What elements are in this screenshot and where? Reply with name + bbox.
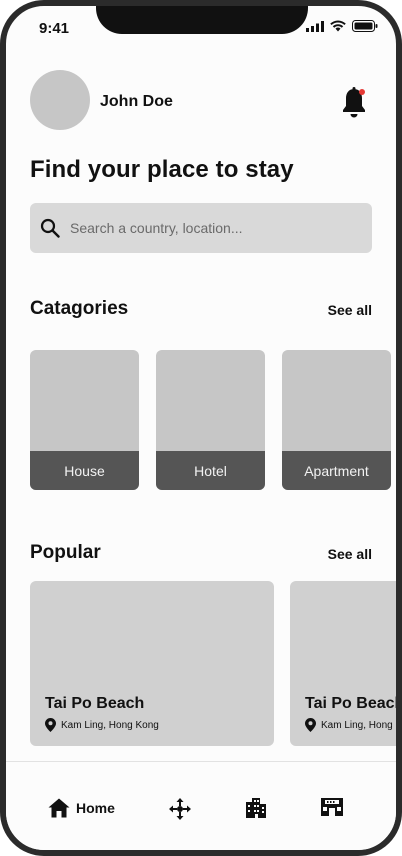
category-label: Hotel (156, 451, 265, 490)
wifi-icon (330, 20, 346, 32)
category-card-hotel[interactable]: Hotel (156, 350, 265, 490)
place-location: Kam Ling, Hong Kong (305, 718, 402, 732)
tab-explore[interactable] (169, 798, 191, 820)
categories-title: Catagories (30, 298, 129, 319)
tab-city[interactable] (246, 798, 266, 818)
place-name: Tai Po Beach (45, 695, 145, 712)
phone-frame: 9:41 John Doe Find your place to stay Se… (0, 0, 402, 856)
tab-home[interactable]: Home (48, 798, 115, 818)
user-name: John Doe (100, 93, 173, 110)
search-icon (40, 218, 60, 238)
categories-see-all-link[interactable]: See all (328, 302, 372, 318)
store-icon (321, 798, 343, 816)
notification-dot (359, 89, 365, 95)
location-pin-icon (305, 718, 316, 732)
category-card-house[interactable]: House (30, 350, 139, 490)
tab-home-label: Home (76, 800, 115, 816)
popular-title: Popular (30, 542, 101, 563)
bottom-tab-bar: Home (6, 761, 396, 850)
popular-card[interactable]: Tai Po Beach Kam Ling, Hong Kong (290, 581, 402, 746)
popular-list: Tai Po Beach Kam Ling, Hong Kong Tai Po … (30, 581, 402, 746)
status-icons (306, 20, 378, 32)
popular-card[interactable]: Tai Po Beach Kam Ling, Hong Kong (30, 581, 274, 746)
place-name: Tai Po Beach (305, 695, 402, 712)
avatar[interactable] (30, 70, 90, 130)
category-label: Apartment (282, 451, 391, 490)
place-location: Kam Ling, Hong Kong (45, 718, 159, 732)
search-input[interactable] (70, 220, 350, 236)
search-bar[interactable] (30, 203, 372, 253)
tab-store[interactable] (321, 798, 343, 816)
notch (96, 6, 308, 34)
page-title: Find your place to stay (30, 156, 294, 183)
categories-list: House Hotel Apartment (30, 350, 396, 490)
place-location-text: Kam Ling, Hong Kong (321, 719, 402, 731)
notification-bell-icon[interactable] (340, 86, 368, 120)
battery-icon (352, 20, 378, 32)
category-card-apartment[interactable]: Apartment (282, 350, 391, 490)
city-icon (246, 798, 266, 818)
place-location-text: Kam Ling, Hong Kong (61, 719, 159, 731)
move-icon (169, 798, 191, 820)
signal-icon (306, 20, 324, 32)
status-time: 9:41 (39, 20, 70, 37)
home-icon (48, 798, 70, 818)
location-pin-icon (45, 718, 56, 732)
category-label: House (30, 451, 139, 490)
popular-see-all-link[interactable]: See all (328, 546, 372, 562)
